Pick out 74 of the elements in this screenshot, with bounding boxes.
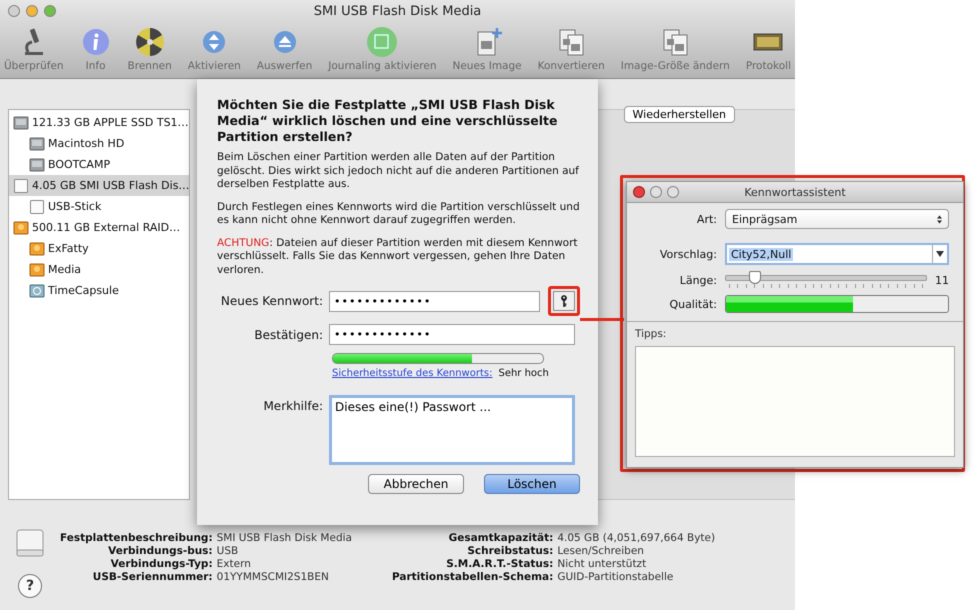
- disk-list-item[interactable]: USB-Stick: [9, 196, 189, 217]
- help-button[interactable]: ?: [18, 574, 42, 598]
- info-label: S.M.A.R.T.-Status:: [445, 558, 554, 570]
- password-assistant-button[interactable]: [553, 291, 575, 311]
- disk-list-item[interactable]: 500.11 GB External RAID…: [9, 217, 189, 238]
- minimize-button[interactable]: [650, 186, 662, 198]
- strength-value: Sehr hoch: [498, 368, 549, 379]
- field-label: Merkhilfe:: [262, 398, 323, 413]
- field-label: Art:: [696, 212, 717, 226]
- info-value: 4.05 GB (4,051,697,664 Byte): [557, 532, 716, 544]
- drive-icon: [15, 528, 45, 558]
- disk-list-item[interactable]: TimeCapsule: [9, 280, 189, 301]
- tips-label: Tipps:: [635, 328, 668, 340]
- disk-list-item[interactable]: BOOTCAMP: [9, 154, 189, 175]
- info-label: Partitionstabellen-Schema:: [392, 571, 554, 583]
- length-slider[interactable]: [725, 271, 927, 289]
- up-down-arrows-icon: [937, 214, 942, 224]
- external-drive-icon: [29, 262, 45, 278]
- hard-drive-icon: [29, 136, 45, 152]
- hard-drive-icon: [29, 156, 45, 172]
- dialog-text: Beim Löschen einer Partition werden alle Daten auf der Partition gelöscht. Dies wirkt sich jedoch nicht auf die anderen Partitionen auf derselben Festplatte aus.: [217, 151, 580, 192]
- disk-list-item[interactable]: Media: [9, 259, 189, 280]
- info-value: Lesen/Schreiben: [557, 545, 645, 557]
- field-label: Länge:: [678, 274, 717, 286]
- radiation-disc-icon: [134, 26, 166, 58]
- hint-field[interactable]: Dieses eine(!) Passwort ...: [329, 395, 575, 465]
- info-label: Festplattenbeschreibung:: [60, 532, 213, 544]
- close-button[interactable]: [633, 186, 645, 198]
- window-title: Kennwortassistent: [744, 186, 846, 198]
- info-value: Extern: [216, 558, 252, 570]
- dialog-text: Durch Festlegen eines Kennworts wird die Partition verschlüsselt und es kann nicht ohne Kennwort darauf zugegriffen werden.: [217, 200, 580, 228]
- window-title: SMI USB Flash Disk Media: [314, 4, 482, 18]
- time-capsule-icon: [29, 282, 45, 298]
- length-value: 11: [935, 274, 949, 286]
- info-label: Gesamtkapazität:: [448, 532, 554, 544]
- field-label: Qualität:: [668, 298, 717, 310]
- blank-drive-icon: [13, 178, 29, 194]
- hard-drive-icon: [13, 114, 29, 130]
- field-label: Bestätigen:: [253, 328, 323, 342]
- cancel-button[interactable]: Abbrechen: [368, 474, 464, 494]
- confirm-password-field[interactable]: •••••••••••••: [329, 324, 575, 345]
- suggestion-combo-box[interactable]: City52,Null: [725, 243, 949, 265]
- disc-icon: [366, 26, 398, 58]
- external-drive-icon: [13, 220, 29, 236]
- key-icon: [559, 294, 569, 308]
- type-popup[interactable]: Einprägsam: [725, 209, 949, 229]
- info-label: Schreibstatus:: [466, 545, 554, 557]
- external-drive-icon: [29, 240, 45, 256]
- delete-button[interactable]: Löschen: [484, 474, 580, 494]
- info-value: Nicht unterstützt: [557, 558, 648, 570]
- password-field[interactable]: •••••••••••••: [329, 290, 540, 312]
- info-value: 01YYMMSCMI2S1BEN: [216, 571, 330, 583]
- field-label: Vorschlag:: [658, 248, 717, 260]
- disk-list-item[interactable]: Macintosh HD: [9, 133, 189, 154]
- dialog-title: Möchten Sie die Festplatte „SMI USB Flash Disk Media“ wirklich löschen und eine verschlüsselte Partition erstellen?: [217, 97, 558, 145]
- disk-list-item[interactable]: ExFatty: [9, 238, 189, 259]
- zoom-button[interactable]: [44, 5, 56, 17]
- minimize-button[interactable]: [26, 5, 38, 17]
- disk-list-item[interactable]: 4.05 GB SMI USB Flash Dis…: [9, 175, 189, 196]
- info-label: USB-Seriennummer:: [92, 571, 213, 583]
- warning-text: ACHTUNG: Dateien auf dieser Partition werden mit diesem Kennwort verschlüsselt. Falls Sie das Kennwort vergessen, gehen Ihre Daten verloren.: [217, 236, 579, 277]
- info-value: USB: [216, 545, 240, 557]
- field-label: Neues Kennwort:: [220, 294, 323, 308]
- info-value: SMI USB Flash Disk Media: [216, 532, 352, 544]
- disk-list-item[interactable]: 121.33 GB APPLE SSD TS1…: [9, 112, 189, 133]
- close-button[interactable]: [8, 5, 20, 17]
- info-value: GUID-Partitionstabelle: [557, 571, 674, 583]
- zoom-button[interactable]: [667, 186, 679, 198]
- info-label: Verbindungs-Typ:: [110, 558, 213, 570]
- restore-button[interactable]: Wiederherstellen: [624, 106, 735, 123]
- caret-icon: [936, 251, 944, 257]
- info-label: Verbindungs-bus:: [107, 545, 213, 557]
- blank-drive-icon: [29, 198, 45, 214]
- strength-link[interactable]: Sicherheitsstufe des Kennworts:: [332, 368, 492, 379]
